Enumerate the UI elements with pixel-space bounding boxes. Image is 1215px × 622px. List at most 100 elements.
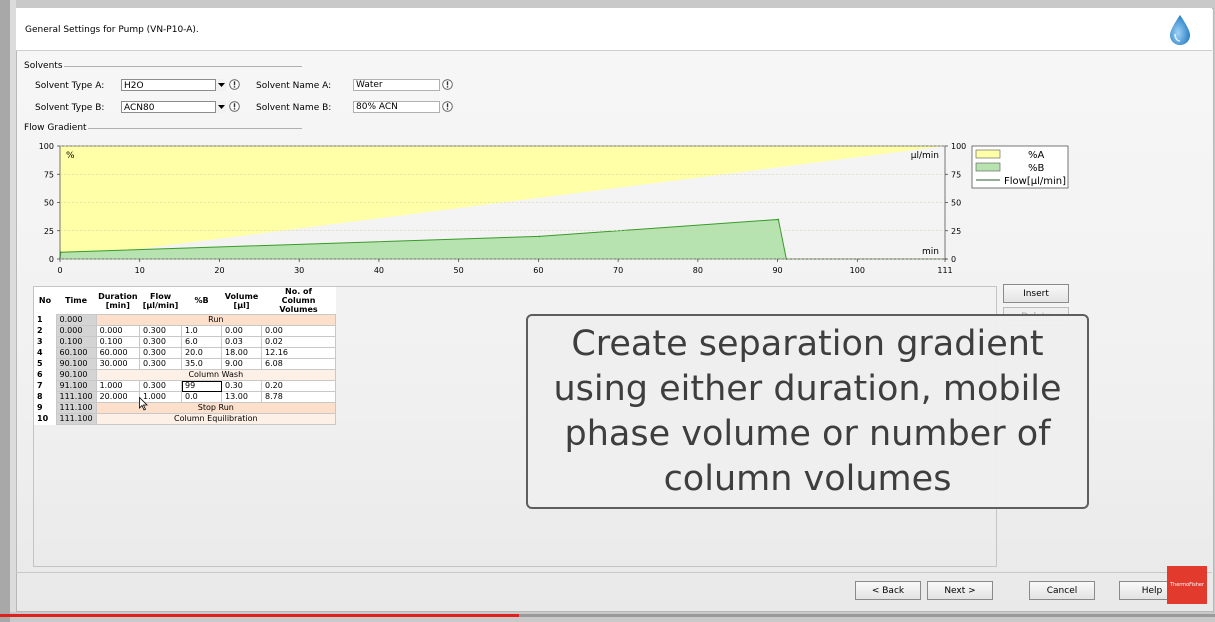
solvent-name-a-info-icon[interactable]: [442, 79, 453, 90]
time-cell[interactable]: 0.000: [55, 325, 97, 337]
footer-divider: [16, 572, 1212, 573]
x-tick-label: 90: [772, 266, 782, 275]
percent-b-cell[interactable]: 35.0: [181, 358, 223, 370]
column-volumes-cell[interactable]: 0.20: [261, 380, 337, 392]
percent-b-cell[interactable]: 0.0: [181, 391, 223, 403]
time-cell[interactable]: 111.100: [55, 413, 97, 425]
solvent-name-a-field[interactable]: Water: [353, 79, 440, 91]
chevron-down-icon[interactable]: [215, 101, 226, 113]
solvent-type-a-info-icon[interactable]: [229, 79, 240, 90]
volume-cell[interactable]: 18.00: [221, 347, 263, 359]
solvent-type-b-value: ACN80: [124, 103, 155, 113]
table-row[interactable]: 5 90.100 30.000 0.300 35.0 9.00 6.08: [34, 358, 337, 370]
duration-cell[interactable]: 30.000: [95, 358, 141, 370]
percent-b-cell[interactable]: 6.0: [181, 336, 223, 348]
duration-cell[interactable]: 20.000: [95, 391, 141, 403]
chevron-down-icon[interactable]: [215, 79, 226, 91]
gradient-table: No Time Duration [min] Flow [µl/min] %B Vo…: [34, 287, 337, 425]
y2-tick-label: 75: [951, 170, 961, 179]
time-cell[interactable]: 0.000: [55, 314, 97, 326]
flow-gradient-group-divider: [88, 128, 302, 129]
solvent-type-a-select[interactable]: H2O: [121, 79, 226, 91]
y2-tick-label: 25: [951, 227, 961, 236]
table-row[interactable]: 1 0.000 Run: [34, 314, 337, 326]
column-header-duration: Duration [min]: [96, 287, 140, 315]
duration-cell[interactable]: 0.100: [95, 336, 141, 348]
next-button[interactable]: Next >: [927, 581, 993, 600]
duration-cell[interactable]: 0.000: [95, 325, 141, 337]
x-tick-label: 50: [454, 266, 464, 275]
left-unit-label: %: [66, 151, 75, 161]
cancel-button[interactable]: Cancel: [1029, 581, 1095, 600]
table-row[interactable]: 10 111.100 Column Equilibration: [34, 413, 337, 425]
flow-cell[interactable]: 0.300: [139, 336, 183, 348]
solvent-name-b-value: 80% ACN: [356, 102, 398, 112]
flow-cell[interactable]: 0.300: [139, 358, 183, 370]
column-volumes-cell[interactable]: 12.16: [261, 347, 337, 359]
series-b-point: [538, 235, 540, 238]
y-tick-label: 50: [44, 199, 54, 208]
step-label-cell[interactable]: Column Wash: [95, 369, 337, 381]
solvent-name-b-info-icon[interactable]: [442, 101, 453, 112]
solvent-type-b-label: Solvent Type B:: [35, 103, 105, 113]
column-volumes-cell[interactable]: 0.00: [261, 325, 337, 337]
solvent-type-b-info-icon[interactable]: [229, 101, 240, 112]
table-row[interactable]: 2 0.000 0.000 0.300 1.0 0.00 0.00: [34, 325, 337, 337]
table-row[interactable]: 8 111.100 20.000 1.000 0.0 13.00 8.78: [34, 391, 337, 403]
column-volumes-cell[interactable]: 8.78: [261, 391, 337, 403]
volume-cell[interactable]: 0.00: [221, 325, 263, 337]
column-volumes-cell[interactable]: 6.08: [261, 358, 337, 370]
time-cell[interactable]: 60.100: [55, 347, 97, 359]
step-label-cell[interactable]: Stop Run: [95, 402, 337, 414]
y2-tick-label: 0: [951, 255, 956, 264]
solvent-name-b-field[interactable]: 80% ACN: [353, 101, 440, 113]
table-row[interactable]: 6 90.100 Column Wash: [34, 369, 337, 381]
table-row[interactable]: 4 60.100 60.000 0.300 20.0 18.00 12.16: [34, 347, 337, 359]
time-cell[interactable]: 111.100: [55, 402, 97, 414]
percent-b-cell[interactable]: 99: [181, 380, 223, 392]
step-label-cell[interactable]: Column Equilibration: [95, 413, 337, 425]
table-row[interactable]: 7 91.100 1.000 0.300 99 0.30 0.20: [34, 380, 337, 392]
step-label-cell[interactable]: Run: [95, 314, 337, 326]
video-progress-fill: [0, 614, 519, 617]
table-row[interactable]: 3 0.100 0.100 0.300 6.0 0.03 0.02: [34, 336, 337, 348]
time-cell[interactable]: 91.100: [55, 380, 97, 392]
flow-gradient-chart[interactable]: 0 25 50 75 100 0 25 50 75 100 0 10 20 30 40 50 60 70 80 90 1…: [28, 138, 1078, 280]
volume-cell[interactable]: 9.00: [221, 358, 263, 370]
solvent-type-b-select[interactable]: ACN80: [121, 101, 226, 113]
x-tick-label: 20: [214, 266, 224, 275]
time-cell[interactable]: 90.100: [55, 369, 97, 381]
y2-tick-label: 50: [951, 199, 961, 208]
gradient-table-container: No Time Duration [min] Flow [µl/min] %B Vo…: [34, 287, 337, 425]
percent-b-cell[interactable]: 20.0: [181, 347, 223, 359]
column-header-time: Time: [56, 287, 97, 315]
row-number-cell: 1: [34, 314, 56, 326]
flow-cell[interactable]: 0.300: [139, 380, 183, 392]
insert-button[interactable]: Insert: [1003, 284, 1069, 303]
table-row[interactable]: 9 111.100 Stop Run: [34, 402, 337, 414]
column-volumes-cell[interactable]: 0.02: [261, 336, 337, 348]
mouse-cursor-icon: [139, 397, 148, 411]
x-tick-label: 0: [57, 266, 62, 275]
y-tick-label: 75: [44, 170, 54, 179]
back-button[interactable]: < Back: [855, 581, 921, 600]
thermofisher-logo-text: ThermoFisher: [1169, 582, 1204, 588]
time-cell[interactable]: 0.100: [55, 336, 97, 348]
duration-cell[interactable]: 1.000: [95, 380, 141, 392]
flow-cell[interactable]: 0.300: [139, 325, 183, 337]
volume-cell[interactable]: 0.30: [221, 380, 263, 392]
volume-cell[interactable]: 0.03: [221, 336, 263, 348]
percent-b-cell[interactable]: 1.0: [181, 325, 223, 337]
solvents-group-label: Solvents: [24, 61, 63, 71]
droplet-logo-icon: [1170, 15, 1190, 45]
duration-cell[interactable]: 60.000: [95, 347, 141, 359]
time-cell[interactable]: 90.100: [55, 358, 97, 370]
volume-cell[interactable]: 13.00: [221, 391, 263, 403]
x-tick-label: 100: [850, 266, 865, 275]
time-cell[interactable]: 111.100: [55, 391, 97, 403]
solvent-name-a-label: Solvent Name A:: [256, 81, 332, 91]
flow-cell[interactable]: 0.300: [139, 347, 183, 359]
column-header-volume: Volume [µl]: [221, 287, 262, 315]
tutorial-caption-text: Create separation gradient using either …: [553, 323, 1062, 499]
legend-swatch-a: [975, 149, 1001, 159]
